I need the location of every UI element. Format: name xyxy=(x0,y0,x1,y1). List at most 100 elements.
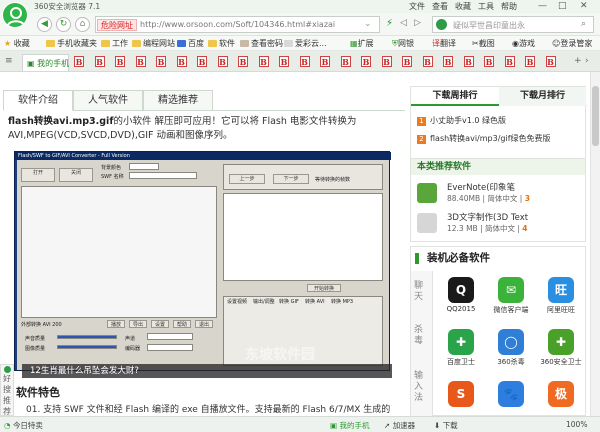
app-item[interactable]: ✚ 百度卫士 xyxy=(437,329,485,367)
search-engine-icon[interactable] xyxy=(436,19,447,30)
pinned-tab-icon[interactable]: B xyxy=(422,56,433,67)
pinned-tab-icon[interactable]: B xyxy=(156,56,166,67)
bookmark-aicaiyun[interactable]: 爱彩云... xyxy=(284,38,327,49)
rec-item-name[interactable]: EverNote(印象笔 xyxy=(447,181,515,193)
tab-software-intro[interactable]: 软件介绍 xyxy=(3,90,73,111)
pinned-tab-icon[interactable]: B xyxy=(197,56,207,67)
address-bar[interactable]: 危险网址 http://www.orsoon.com/Soft/104346.h… xyxy=(95,16,380,33)
bookmark-mobile[interactable]: 手机收藏夹 xyxy=(46,38,97,49)
ebank-button[interactable]: ⛨网银 xyxy=(392,38,414,49)
category-antivirus[interactable]: 杀毒 xyxy=(414,325,428,347)
screenshot-button[interactable]: ✂截图 xyxy=(472,38,495,49)
pinned-tab-icon[interactable]: B xyxy=(340,56,351,67)
category-input[interactable]: 输入法 xyxy=(414,371,428,404)
menu-favorites[interactable]: 收藏 xyxy=(455,1,471,12)
pinned-tab-icon[interactable]: B xyxy=(279,56,289,67)
url-text[interactable]: http://www.orsoon.com/Soft/104346.html#x… xyxy=(140,20,335,29)
bookmark-favorites[interactable]: ★ 收藏 xyxy=(4,38,30,49)
lightning-icon[interactable]: ⚡ xyxy=(386,18,393,29)
danger-site-badge[interactable]: 危险网址 xyxy=(97,19,137,31)
tab-featured[interactable]: 精选推荐 xyxy=(143,90,213,111)
rec-item-name[interactable]: 3D文字制作(3D Text xyxy=(447,211,528,223)
tab-monthly-ranking[interactable]: 下载月排行 xyxy=(499,87,586,106)
address-dropdown-icon[interactable]: ⌄ xyxy=(364,19,372,29)
ranking-item[interactable]: 2 flash转换avi/mp3/gif绿色免费版 xyxy=(417,133,551,144)
scrollbar-thumb[interactable] xyxy=(592,86,599,146)
app-item[interactable]: S xyxy=(437,381,485,409)
login-manager-button[interactable]: ☺登录管家 xyxy=(552,38,592,49)
menu-file[interactable]: 文件 xyxy=(409,1,425,12)
forward-menu-icon[interactable]: ▷ xyxy=(414,18,421,28)
ranking-item[interactable]: 1 小丈助手v1.0 绿色版 xyxy=(417,115,506,126)
pinned-tab-icon[interactable]: B xyxy=(504,56,515,67)
app-item[interactable]: ◯ 360杀毒 xyxy=(487,329,535,367)
tab-scroll-icon[interactable]: › xyxy=(585,56,589,66)
app-item[interactable]: Q QQ2015 xyxy=(437,277,485,313)
bookmark-software[interactable]: 软件 xyxy=(208,38,235,49)
pinned-tab-icon[interactable]: B xyxy=(238,56,248,67)
app-item[interactable]: ✚ 360安全卫士 xyxy=(537,329,585,367)
bookmark-baidu[interactable]: 百度 xyxy=(177,38,204,49)
pinned-tab-icon[interactable]: B xyxy=(176,56,187,67)
bookmark-coding[interactable]: 编程网站 xyxy=(132,38,175,49)
zoom-level[interactable]: 100% xyxy=(566,420,587,429)
pinned-tab-icon[interactable]: B xyxy=(135,56,146,67)
pinned-tab-icon[interactable]: B xyxy=(484,56,494,67)
today-sale-link[interactable]: ◔ 今日特卖 xyxy=(4,420,43,431)
pinned-tab-icon[interactable]: B xyxy=(463,56,474,67)
app-item[interactable]: 旺阿里旺旺 xyxy=(537,277,585,315)
home-icon[interactable]: ⌂ xyxy=(75,17,90,32)
app-item[interactable]: 极 xyxy=(537,381,585,409)
new-tab-icon[interactable]: + xyxy=(574,56,582,66)
search-input[interactable]: 疑似罕世昌印童出永 ⌕ xyxy=(432,16,594,33)
tab-my-phone[interactable]: ▣ 我的手机 xyxy=(22,54,69,71)
page-scrollbar[interactable] xyxy=(590,72,600,416)
tab-popular[interactable]: 人气软件 xyxy=(73,90,143,111)
sogou-input-icon[interactable]: S xyxy=(448,381,474,407)
pinned-tab-icon[interactable]: B xyxy=(320,56,330,67)
extensions-button[interactable]: ▦扩展 xyxy=(350,38,374,49)
close-window-button[interactable]: ✕ xyxy=(580,1,588,11)
pinned-tab-icon[interactable]: B xyxy=(525,56,535,67)
baidu-guard-icon[interactable]: ✚ xyxy=(448,329,474,355)
haosou-recommend[interactable]: 好搜推荐 xyxy=(0,364,14,416)
wechat-icon[interactable]: ✉ xyxy=(498,277,524,303)
bookmark-work[interactable]: 工作 xyxy=(101,38,128,49)
pinned-tab-icon[interactable]: B xyxy=(94,56,105,67)
back-menu-icon[interactable]: ◁ xyxy=(400,18,407,28)
pinned-tab-icon[interactable]: B xyxy=(258,56,269,67)
pinned-tab-icon[interactable]: B xyxy=(115,56,125,67)
pinned-tab-icon[interactable]: B xyxy=(217,56,228,67)
pinned-tab-icon[interactable]: B xyxy=(381,56,392,67)
3d-text-icon[interactable] xyxy=(417,213,437,233)
status-download[interactable]: ⬇ 下载 xyxy=(434,420,458,431)
360-antivirus-icon[interactable]: ◯ xyxy=(498,329,524,355)
back-icon[interactable]: ◀ xyxy=(37,17,52,32)
app-item[interactable]: 🐾 xyxy=(487,381,535,409)
search-icon[interactable]: ⌕ xyxy=(581,19,586,29)
baidu-input-icon[interactable]: 🐾 xyxy=(498,381,524,407)
status-accelerator[interactable]: ➚ 加速器 xyxy=(384,420,415,431)
evernote-icon[interactable] xyxy=(417,183,437,203)
pinned-tab-icon[interactable]: B xyxy=(299,56,310,67)
app-item[interactable]: ✉ 微信客户端 xyxy=(487,277,535,315)
maximize-button[interactable]: □ xyxy=(558,1,567,11)
status-my-phone[interactable]: ▣ 我的手机 xyxy=(330,420,369,431)
games-button[interactable]: ◉游戏 xyxy=(512,38,535,49)
pinned-tab-icon[interactable]: B xyxy=(361,56,371,67)
tab-list-icon[interactable]: ≡ xyxy=(5,56,13,66)
qq-icon[interactable]: Q xyxy=(448,277,474,303)
360-safe-icon[interactable]: ✚ xyxy=(548,329,574,355)
bookmark-password[interactable]: 查看密码 xyxy=(240,38,283,49)
ad-caption[interactable]: 12生肖最什么吊坠会发大财? xyxy=(22,364,392,378)
user-avatar-icon[interactable] xyxy=(2,2,28,28)
pinned-tab-icon[interactable]: B xyxy=(402,56,412,67)
category-chat[interactable]: 聊天 xyxy=(414,281,428,303)
ji-input-icon[interactable]: 极 xyxy=(548,381,574,407)
tab-weekly-ranking[interactable]: 下载周排行 xyxy=(411,87,499,106)
translate-button[interactable]: 译翻译 xyxy=(432,38,456,49)
menu-view[interactable]: 查看 xyxy=(432,1,448,12)
menu-tools[interactable]: 工具 xyxy=(478,1,494,12)
pinned-tab-icon[interactable]: B xyxy=(545,56,556,67)
pinned-tab-icon[interactable]: B xyxy=(443,56,453,67)
